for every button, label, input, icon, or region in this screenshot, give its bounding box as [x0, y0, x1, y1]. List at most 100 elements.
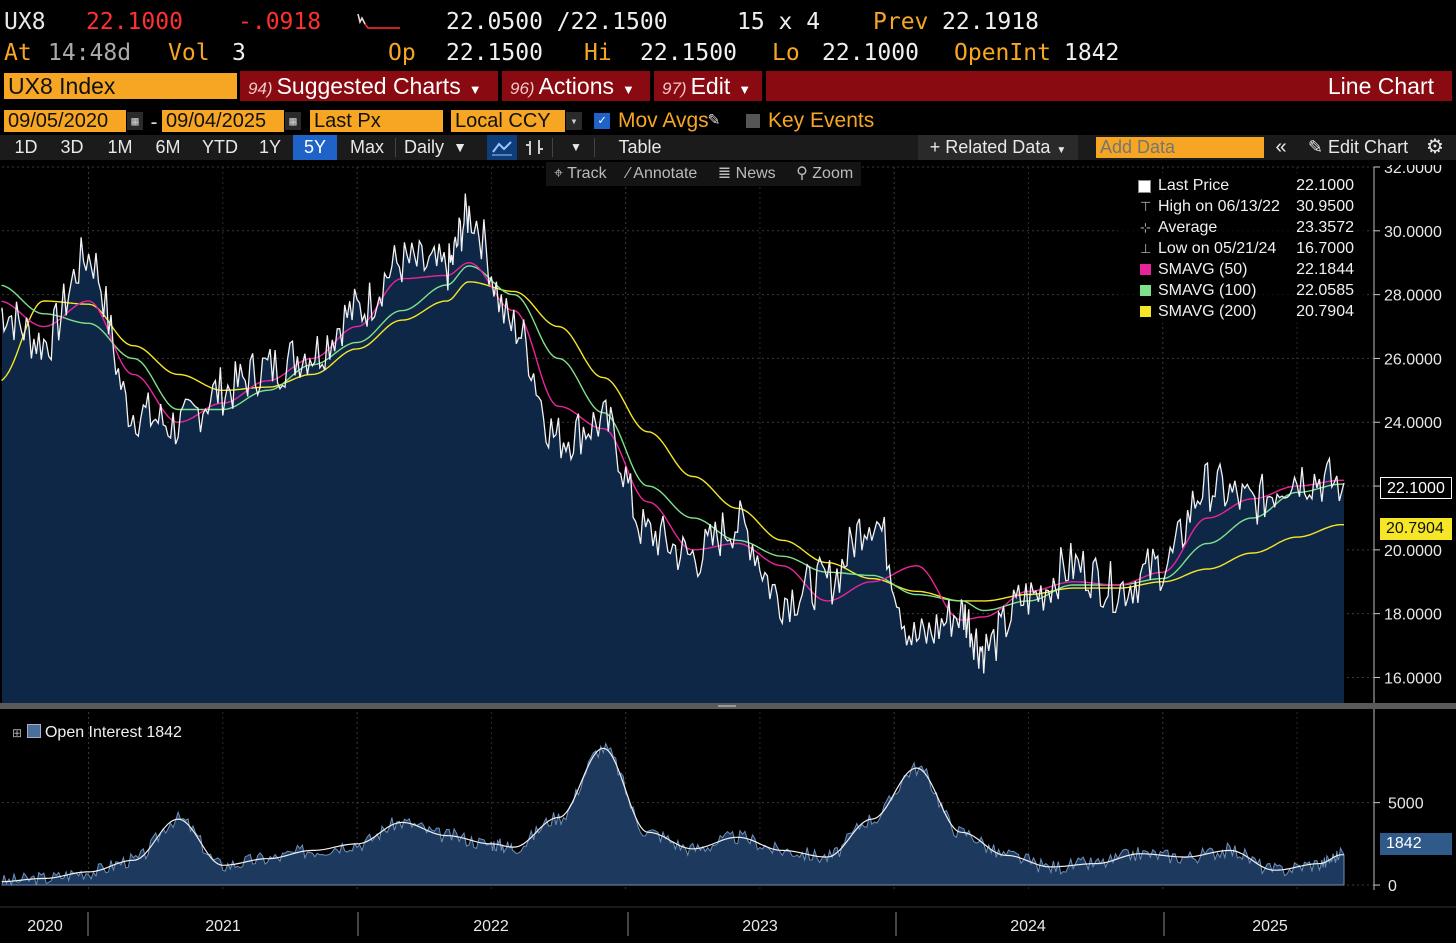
related-data-button[interactable]: + Related Data ▼	[918, 135, 1078, 160]
edit-label: Edit	[690, 73, 731, 99]
edit-menu[interactable]: 97) Edit ▼	[654, 71, 762, 101]
range-3d[interactable]: 3D	[52, 135, 92, 160]
security-field[interactable]: UX8 Index	[4, 73, 237, 99]
y-axis-tick-label: 20.0000	[1384, 543, 1442, 560]
open-interest-swatch	[26, 724, 41, 738]
related-data-caret-icon: ▼	[1056, 145, 1067, 156]
vol-label: Vol	[168, 40, 210, 66]
suggested-charts-label: Suggested Charts	[276, 73, 461, 99]
start-calendar-icon[interactable]: ▦	[127, 112, 143, 130]
end-calendar-icon[interactable]: ▦	[285, 112, 301, 130]
ticker-symbol: UX8	[4, 9, 46, 35]
sma200-price-tag: 20.7904	[1380, 518, 1452, 540]
range-max[interactable]: Max	[342, 135, 392, 160]
legend-label: SMAVG (100)	[1158, 282, 1257, 299]
edit-chart-button[interactable]: ✎ Edit Chart	[1298, 135, 1418, 160]
x-axis-year-label: 2020	[27, 918, 63, 935]
legend-swatch-sma200	[1140, 306, 1151, 317]
legend-row-sma50[interactable]: SMAVG (50) 22.1844	[1126, 259, 1364, 280]
open-interest-tag: 1842	[1380, 833, 1452, 855]
chart-type-caret-icon[interactable]: ▼	[566, 135, 586, 160]
legend-row-high[interactable]: ⊤ High on 06/13/22 30.9500	[1126, 196, 1364, 217]
open-interest-legend[interactable]: ⊞ Open Interest 1842	[12, 724, 182, 742]
edit-chart-label: Edit Chart	[1328, 137, 1409, 157]
end-date-field[interactable]: 09/04/2025	[162, 110, 284, 132]
toolbar-divider	[395, 138, 396, 157]
actions-menu[interactable]: 96) Actions ▼	[502, 71, 650, 101]
y-axis-tick-label: 32.0000	[1384, 165, 1442, 177]
track-tool[interactable]: ⌖ Track	[546, 162, 615, 186]
oi-axis-tick-label: 0	[1388, 878, 1397, 895]
legend-row-sma100[interactable]: SMAVG (100) 22.0585	[1126, 280, 1364, 301]
legend-row-last-price[interactable]: Last Price 22.1000	[1126, 175, 1364, 196]
frequency-selector[interactable]: Daily	[400, 135, 448, 160]
related-data-label: + Related Data	[929, 137, 1051, 157]
legend-row-average[interactable]: ⊹ Average 23.3572	[1126, 217, 1364, 238]
key-events-checkbox[interactable]	[746, 114, 760, 128]
chart-type-title: Line Chart	[766, 71, 1452, 101]
chart-toolbar: 1D 3D 1M 6M YTD 1Y 5Y Max Daily ▼ ▼ Tabl…	[0, 135, 1456, 160]
x-axis-year-label: 2023	[742, 918, 778, 935]
low-label: Lo	[772, 40, 800, 66]
collapse-icon[interactable]: «	[1268, 135, 1294, 160]
range-6m[interactable]: 6M	[146, 135, 190, 160]
suggested-caret-icon: ▼	[468, 82, 482, 97]
range-5y[interactable]: 5Y	[293, 135, 337, 160]
open-label: Op	[388, 40, 416, 66]
expand-icon[interactable]: ⊞	[12, 726, 22, 740]
edit-chart-pencil-icon: ✎	[1307, 137, 1324, 157]
quote-time: 14:48d	[48, 40, 132, 66]
toolbar-divider	[594, 138, 595, 157]
mov-avgs-checkbox[interactable]: ✓	[594, 113, 610, 129]
settings-gear-icon[interactable]: ⚙	[1420, 135, 1450, 160]
annotate-tool[interactable]: ⁄ Annotate	[619, 162, 705, 186]
legend-value: 22.0585	[1296, 282, 1354, 299]
openint-label: OpenInt	[954, 40, 1051, 66]
menu-bar: UX8 Index 94) Suggested Charts ▼ 96) Action…	[0, 71, 1456, 101]
x-axis-year-label: 2025	[1252, 918, 1288, 935]
x-axis-year-label: 2021	[205, 918, 241, 935]
legend-value: 22.1000	[1296, 177, 1354, 194]
range-ytd[interactable]: YTD	[194, 135, 246, 160]
currency-caret-icon[interactable]: ▾	[566, 112, 582, 130]
chart-tools: ⌖ Track ⁄ Annotate ≣ News ⚲ Zoom	[546, 162, 862, 186]
zoom-tool[interactable]: ⚲ Zoom	[788, 162, 861, 186]
low-value: 22.1000	[822, 40, 919, 66]
mov-avgs-label: Mov Avgs	[618, 109, 709, 132]
legend-value: 30.9500	[1296, 198, 1354, 215]
legend-value: 20.7904	[1296, 303, 1354, 320]
openint-value: 1842	[1064, 40, 1120, 66]
news-tool[interactable]: ≣ News	[710, 162, 784, 186]
line-chart-icon[interactable]	[487, 135, 517, 160]
legend-row-sma200[interactable]: SMAVG (200) 20.7904	[1126, 301, 1364, 322]
actions-caret-icon: ▼	[622, 82, 635, 97]
range-1y[interactable]: 1Y	[252, 135, 288, 160]
legend-label: SMAVG (200)	[1158, 303, 1257, 320]
currency-selector[interactable]: Local CCY	[451, 110, 565, 132]
annotate-label: Annotate	[633, 165, 698, 182]
chart-legend: Last Price 22.1000 ⊤ High on 06/13/22 30…	[1118, 173, 1364, 323]
suggested-charts-menu[interactable]: 94) Suggested Charts ▼	[240, 71, 498, 101]
sparkline-icon	[356, 8, 400, 34]
start-date-field[interactable]: 09/05/2020	[4, 110, 126, 132]
suggested-charts-number: 94)	[248, 79, 273, 98]
legend-swatch-sma100	[1140, 285, 1151, 296]
legend-value: 16.7000	[1296, 240, 1354, 257]
track-icon: ⌖	[554, 165, 564, 182]
last-price: 22.1000	[86, 9, 183, 35]
y-axis-tick-label: 30.0000	[1384, 224, 1442, 241]
table-button[interactable]: Table	[604, 135, 676, 160]
last-price-tag: 22.1000	[1380, 477, 1452, 499]
range-1d[interactable]: 1D	[6, 135, 46, 160]
bar-chart-icon[interactable]	[522, 135, 548, 160]
frequency-caret-icon[interactable]: ▼	[450, 135, 470, 160]
vol-value: 3	[232, 40, 246, 66]
add-data-input[interactable]	[1096, 137, 1264, 158]
average-marker-icon: ⊹	[1140, 220, 1151, 235]
x-axis-year-label: 2022	[473, 918, 509, 935]
field-selector[interactable]: Last Px	[310, 110, 443, 132]
pencil-icon[interactable]: ✎	[708, 108, 719, 130]
actions-number: 96)	[510, 79, 535, 98]
range-1m[interactable]: 1M	[98, 135, 142, 160]
legend-row-low[interactable]: ⊥ Low on 05/21/24 16.7000	[1126, 238, 1364, 259]
